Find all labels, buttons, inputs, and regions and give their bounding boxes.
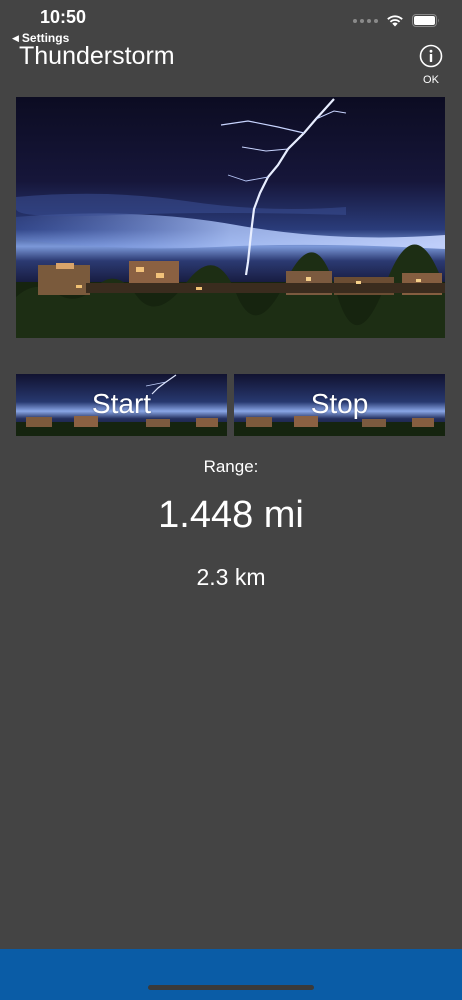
page-title: Thunderstorm <box>19 42 175 70</box>
range-miles-value: 1.448 mi <box>158 494 304 536</box>
bottom-bar <box>0 949 462 1000</box>
thunderstorm-image <box>16 97 445 338</box>
start-button-label: Start <box>91 388 152 419</box>
range-label: Range: <box>203 457 259 476</box>
battery-icon <box>412 14 439 27</box>
status-bar: 10:50 <box>0 0 462 48</box>
status-icons <box>353 14 440 27</box>
info-button[interactable]: OK <box>416 44 446 86</box>
cellular-signal-icon <box>353 18 378 23</box>
stop-button[interactable]: Stop <box>234 374 445 436</box>
info-circle-icon <box>419 44 443 68</box>
stop-button-label: Stop <box>310 388 369 419</box>
home-indicator[interactable] <box>148 985 314 990</box>
wifi-icon <box>387 15 403 27</box>
chevron-left-icon: ◀ <box>12 32 19 43</box>
info-ok-label: OK <box>423 74 439 86</box>
status-time: 10:50 <box>40 7 87 27</box>
start-button[interactable]: Start <box>16 374 227 436</box>
range-kilometers-value: 2.3 km <box>196 564 266 590</box>
